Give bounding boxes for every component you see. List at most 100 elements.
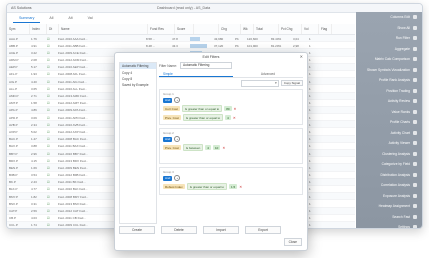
- tool-icon: [413, 25, 417, 30]
- table-cell: 3.22: [31, 50, 37, 55]
- table-cell: 4.91: [31, 43, 37, 48]
- sidebar-item[interactable]: Settings: [356, 222, 422, 229]
- sidebar-item-label: Settings: [398, 225, 410, 229]
- add-condition-icon[interactable]: +: [174, 175, 181, 181]
- condition-field[interactable]: Prev. Cost: [163, 145, 181, 151]
- column-header[interactable]: Flag: [319, 24, 332, 34]
- tool-icon: [413, 193, 417, 198]
- group-operator-button[interactable]: And: [163, 97, 173, 103]
- column-header[interactable]: Name: [59, 24, 148, 34]
- table-cell: BAC.P: [9, 137, 19, 142]
- sidebar-item[interactable]: Matrix Calc Comparison: [356, 54, 422, 65]
- column-header[interactable]: Chg: [219, 24, 241, 34]
- sidebar-item[interactable]: Profile Charts: [356, 117, 422, 128]
- sidebar-item[interactable]: Position Trading: [356, 86, 422, 97]
- condition-field[interactable]: Curr Cost: [163, 106, 180, 112]
- condition-value[interactable]: 1.5: [229, 184, 238, 190]
- sidebar-item[interactable]: Distribution Analysis: [356, 170, 422, 181]
- condition-field[interactable]: Prev. Cost: [163, 115, 181, 121]
- filter-name-input[interactable]: Automatic Filtering: [179, 62, 232, 69]
- create-button[interactable]: Create: [119, 226, 155, 234]
- table-cell: APA.P: [9, 108, 18, 113]
- sidebar-item[interactable]: Shown Symbols Vizualization: [356, 65, 422, 76]
- condition-operator[interactable]: Is between: [182, 144, 204, 152]
- remove-condition-icon[interactable]: ✕: [234, 107, 237, 111]
- sidebar-item[interactable]: Aggregate: [356, 44, 422, 55]
- condition-operator[interactable]: Is greater than or equal to: [181, 105, 223, 113]
- sidebar-item[interactable]: Show All: [356, 23, 422, 34]
- tool-icon: [413, 214, 417, 219]
- column-header[interactable]: Total: [254, 24, 279, 34]
- group-operator-button[interactable]: And: [163, 175, 173, 181]
- column-header[interactable]: Fund Res: [148, 24, 175, 34]
- add-condition-icon[interactable]: +: [174, 136, 181, 142]
- column-header[interactable]: Vol: [302, 24, 319, 34]
- condition-value-2[interactable]: 10: [212, 145, 221, 151]
- close-icon[interactable]: ✕: [300, 54, 303, 59]
- table-row[interactable]: AAA.P 1.76 ☑ Fwd..2010 AAA Fwd... 8.58 ... 47…: [7, 35, 355, 43]
- delete-button[interactable]: Delete: [161, 226, 197, 234]
- tab-all[interactable]: All: [43, 13, 59, 23]
- table-cell: 1.82: [31, 194, 37, 199]
- tool-icon: [413, 36, 417, 41]
- tab-advanced[interactable]: Advanced: [233, 71, 303, 77]
- sidebar-item[interactable]: Categorize by Field: [356, 159, 422, 170]
- table-cell: ☑: [47, 36, 50, 41]
- tab-val[interactable]: Val: [82, 13, 99, 23]
- remove-condition-icon[interactable]: ✕: [239, 185, 242, 189]
- add-condition-icon[interactable]: +: [174, 97, 181, 103]
- sidebar-item[interactable]: Clustering Analysis: [356, 149, 422, 160]
- tab-simple[interactable]: Simple: [159, 71, 233, 77]
- table-cell: AAA.P: [9, 36, 18, 41]
- column-header[interactable]: Index: [30, 24, 47, 34]
- tool-icon: [413, 46, 417, 51]
- sidebar-item[interactable]: Exposure Analysis: [356, 191, 422, 202]
- close-button[interactable]: Close: [283, 238, 302, 246]
- import-button[interactable]: Import: [203, 226, 239, 234]
- column-header[interactable]: Wk: [241, 24, 254, 34]
- sidebar-item[interactable]: Search Fast: [356, 212, 422, 223]
- sidebar-item[interactable]: Activity Chart: [356, 128, 422, 139]
- table-cell: 3.31: [31, 201, 37, 206]
- table-cell: BEN.P: [9, 165, 19, 170]
- sidebar-item[interactable]: Heatmap Assignment: [356, 201, 422, 212]
- tool-icon: [413, 162, 417, 167]
- table-row[interactable]: ABB.P 4.91 ☑ Fwd..2011 ABB Fwd... 8.48 ... 43…: [7, 42, 355, 50]
- condition-operator[interactable]: Is greater than or equal to: [182, 114, 224, 122]
- sidebar-item[interactable]: Value Ranks: [356, 107, 422, 118]
- table-cell: ☑: [47, 129, 50, 134]
- sidebar-item-label: Aggregate: [394, 46, 410, 51]
- copy-signal-button[interactable]: Copy Signal: [280, 80, 303, 86]
- column-header[interactable]: Pct Chg: [279, 24, 302, 34]
- sidebar-item[interactable]: Activity Viewer: [356, 138, 422, 149]
- remove-condition-icon[interactable]: ✕: [233, 116, 236, 120]
- table-cell: ☑: [47, 137, 50, 142]
- sidebar-item[interactable]: Columns Edit: [356, 12, 422, 23]
- condition-value[interactable]: 4: [205, 145, 211, 151]
- filter-list-item[interactable]: Saved by Example: [120, 82, 156, 88]
- tab-summary[interactable]: Summary: [13, 13, 41, 23]
- table-cell: 1: [309, 72, 311, 77]
- table-cell: ☑: [47, 180, 50, 185]
- condition-field[interactable]: Robust Index: [163, 184, 185, 190]
- export-button[interactable]: Export: [245, 226, 281, 234]
- sidebar-item[interactable]: Correlation Analysis: [356, 180, 422, 191]
- column-header[interactable]: Sym: [7, 24, 30, 34]
- condition-value[interactable]: 4: [225, 115, 231, 121]
- table-cell: 1: [309, 86, 311, 91]
- sidebar-item[interactable]: Profile Rank Analysis: [356, 75, 422, 86]
- group-operator-button[interactable]: And: [163, 136, 173, 142]
- column-header[interactable]: Score: [175, 24, 194, 34]
- signal-dropdown[interactable]: [240, 80, 279, 87]
- table-cell: ☑: [47, 72, 50, 77]
- column-header[interactable]: Dt: [47, 24, 59, 34]
- remove-condition-icon[interactable]: ✕: [222, 146, 225, 150]
- table-cell: 81.20%: [271, 43, 282, 48]
- condition-value[interactable]: 80: [224, 106, 232, 112]
- tab-alt[interactable]: Alt: [62, 13, 78, 23]
- sidebar-item[interactable]: Run Filter: [356, 33, 422, 44]
- column-header[interactable]: [194, 24, 219, 34]
- condition-operator[interactable]: Is greater than or equal to: [186, 183, 228, 191]
- sidebar-item[interactable]: Activity Review: [356, 96, 422, 107]
- table-cell: 4.40: [31, 79, 37, 84]
